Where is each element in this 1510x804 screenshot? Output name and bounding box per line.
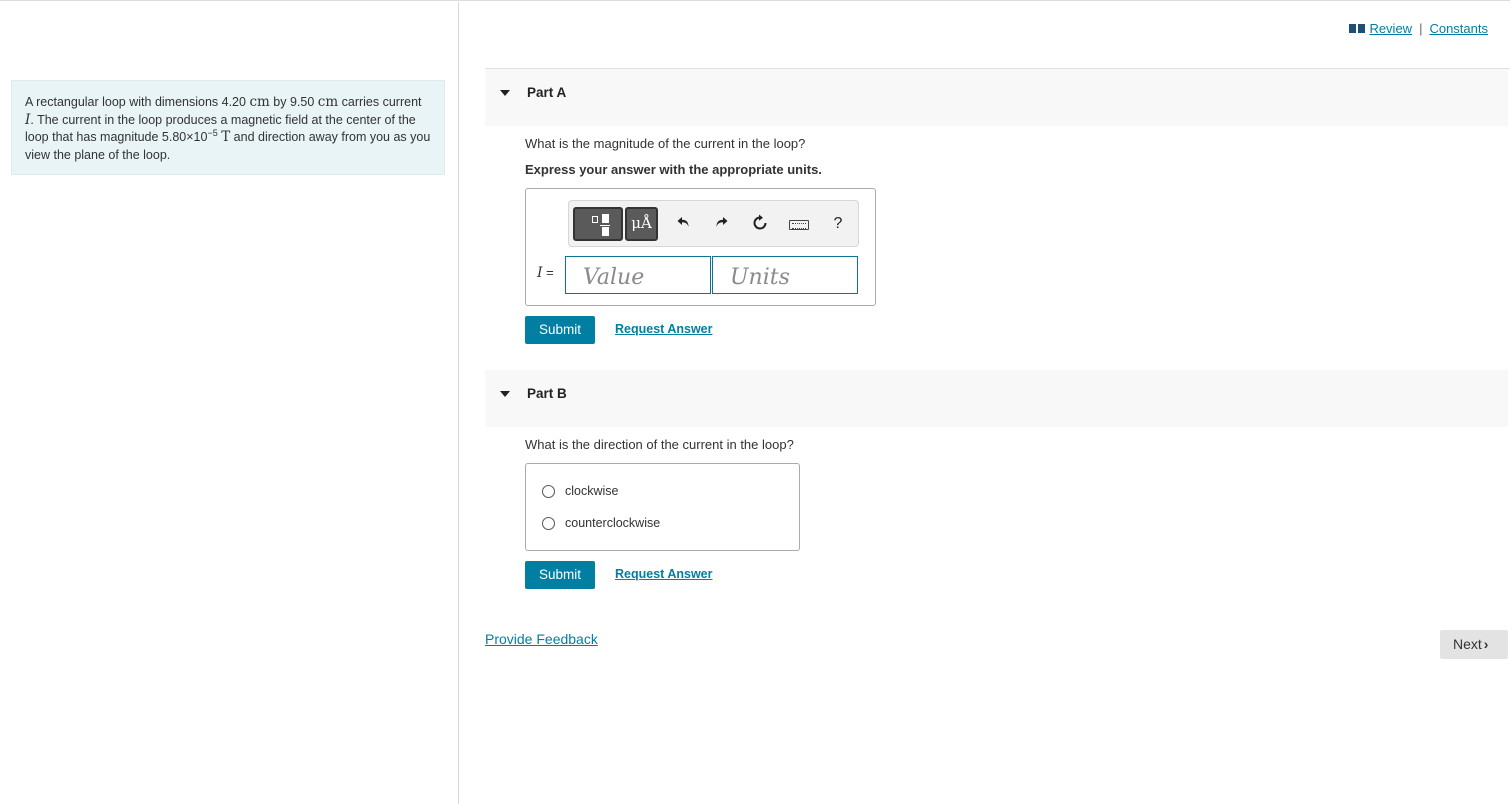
part-a-request-answer-link[interactable]: Request Answer bbox=[615, 322, 712, 336]
option-label: counterclockwise bbox=[565, 516, 661, 530]
problem-text: A rectangular loop with dimensions 4.20 bbox=[25, 95, 250, 109]
value-input[interactable] bbox=[565, 256, 711, 294]
option-label: clockwise bbox=[565, 484, 619, 498]
problem-text: carries current bbox=[338, 95, 422, 109]
review-link[interactable]: Review bbox=[1369, 21, 1412, 36]
math-toolbar: μÅ ? bbox=[568, 200, 859, 247]
part-a-submit-button[interactable]: Submit bbox=[525, 316, 595, 344]
redo-icon[interactable] bbox=[711, 214, 731, 234]
reset-icon[interactable] bbox=[750, 214, 770, 234]
part-a-instruction: Express your answer with the appropriate… bbox=[525, 162, 822, 177]
top-links: Review | Constants bbox=[1349, 21, 1488, 36]
part-b-header[interactable]: Part B bbox=[485, 370, 1508, 427]
units-input[interactable] bbox=[712, 256, 858, 294]
exponent: −5 bbox=[207, 128, 218, 138]
radio-button[interactable] bbox=[542, 516, 555, 530]
part-b-question: What is the direction of the current in … bbox=[525, 437, 794, 452]
templates-icon bbox=[592, 216, 598, 223]
book-icon bbox=[1349, 24, 1366, 33]
panel-divider bbox=[458, 2, 459, 804]
problem-statement: A rectangular loop with dimensions 4.20 … bbox=[11, 80, 445, 175]
undo-icon[interactable] bbox=[674, 214, 694, 234]
next-label: Next bbox=[1453, 636, 1482, 652]
part-b-submit-button[interactable]: Submit bbox=[525, 561, 595, 589]
chevron-right-icon: › bbox=[1483, 636, 1489, 652]
answer-label: I = bbox=[537, 265, 554, 281]
option-clockwise[interactable]: clockwise bbox=[542, 484, 619, 498]
part-a-question: What is the magnitude of the current in … bbox=[525, 136, 806, 151]
problem-text: by 9.50 bbox=[269, 95, 318, 109]
unit-cm: cm bbox=[249, 94, 270, 110]
link-separator: | bbox=[1419, 21, 1423, 36]
collapse-triangle-icon[interactable] bbox=[500, 391, 510, 397]
option-counterclockwise[interactable]: counterclockwise bbox=[542, 516, 660, 530]
top-border bbox=[0, 0, 1510, 2]
provide-feedback-link[interactable]: Provide Feedback bbox=[485, 631, 598, 647]
constants-link[interactable]: Constants bbox=[1429, 21, 1488, 36]
templates-button[interactable] bbox=[573, 207, 623, 241]
options-box: clockwise counterclockwise bbox=[525, 463, 800, 551]
collapse-triangle-icon[interactable] bbox=[500, 90, 510, 96]
part-b-label: Part B bbox=[527, 386, 567, 401]
help-icon[interactable]: ? bbox=[828, 214, 848, 234]
unit-cm: cm bbox=[317, 94, 339, 110]
radio-button[interactable] bbox=[542, 484, 555, 498]
next-button[interactable]: Next › bbox=[1440, 630, 1508, 659]
units-button[interactable]: μÅ bbox=[625, 207, 658, 241]
part-a-label: Part A bbox=[527, 85, 567, 100]
part-b-request-answer-link[interactable]: Request Answer bbox=[615, 567, 712, 581]
unit-tesla: T bbox=[221, 129, 231, 145]
keyboard-icon[interactable] bbox=[789, 220, 809, 230]
part-a-header[interactable]: Part A bbox=[485, 69, 1508, 126]
answer-box: μÅ ? I = bbox=[525, 188, 876, 306]
